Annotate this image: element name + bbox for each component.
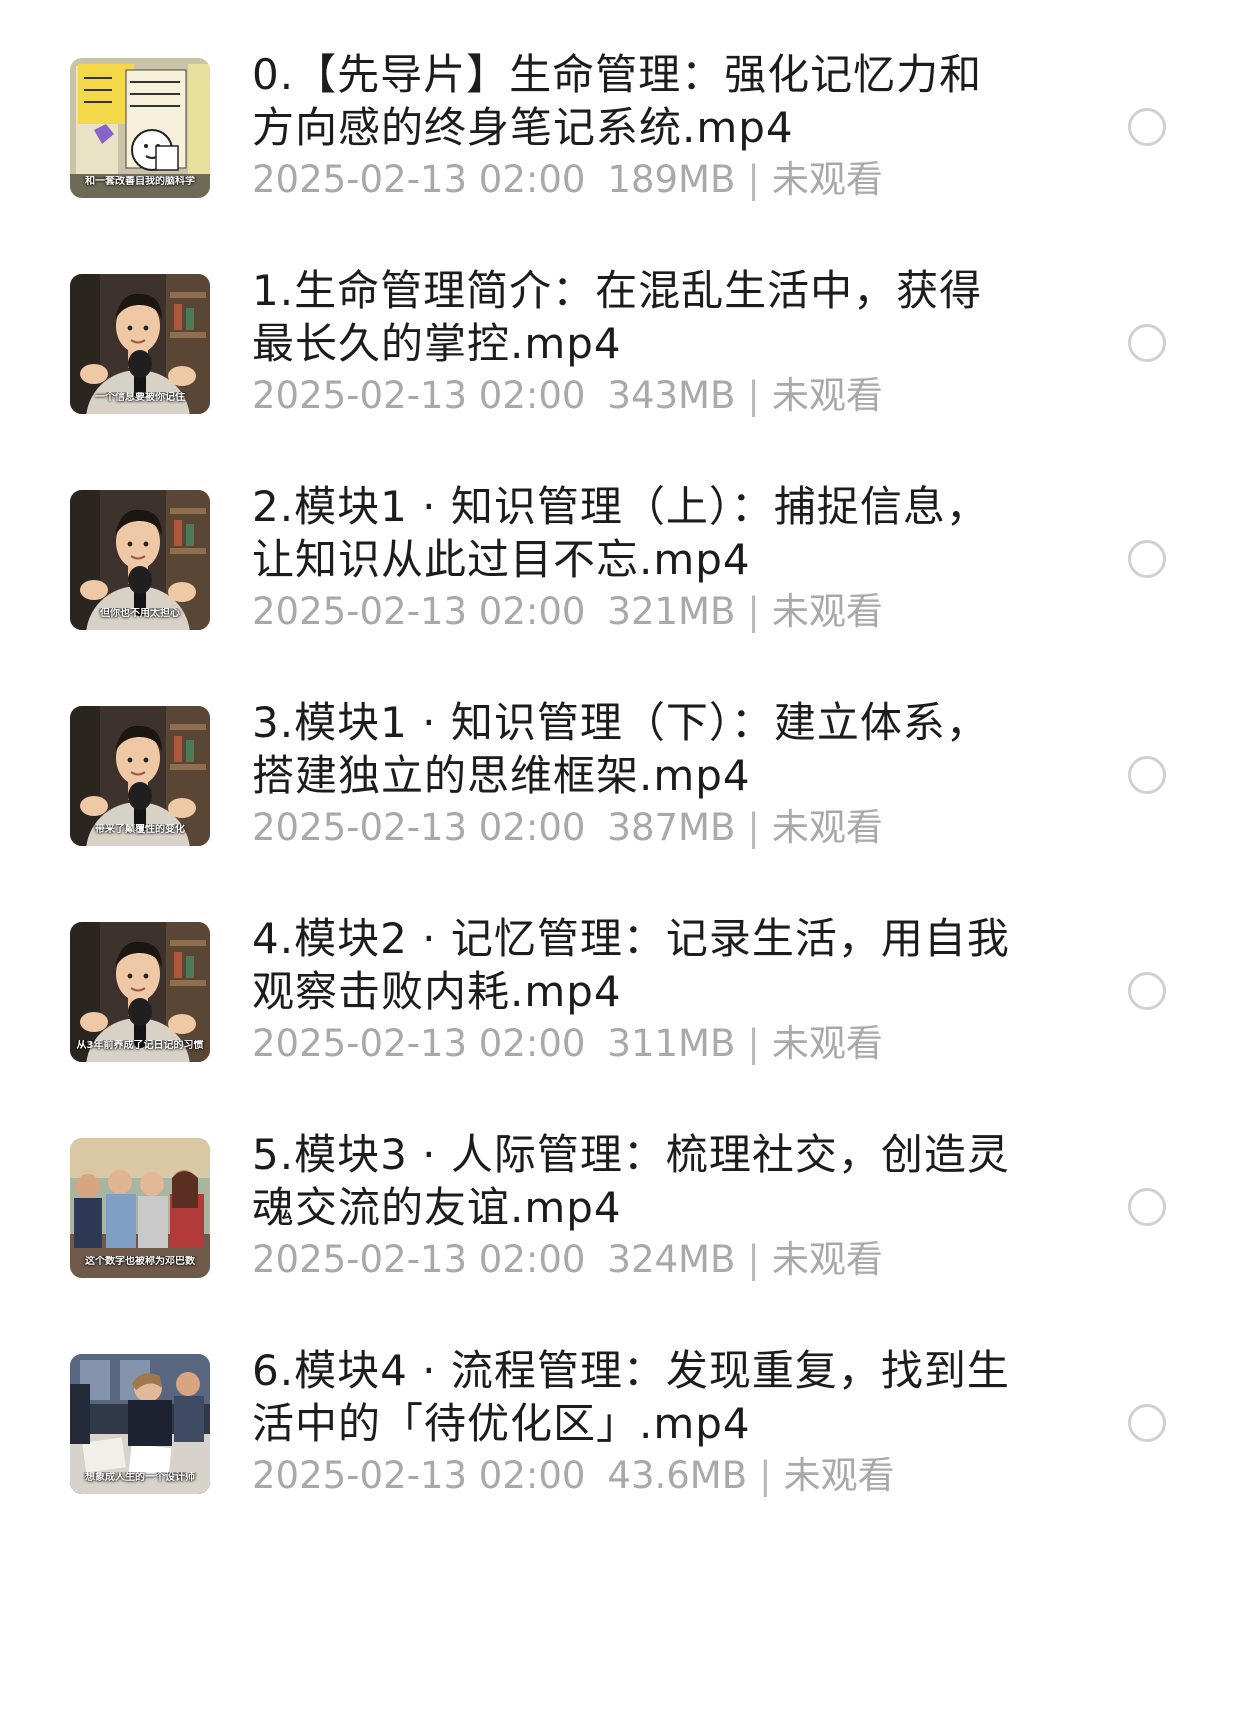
file-date: 2025-02-13 02:00 <box>252 1454 586 1497</box>
watch-status: 未观看 <box>771 590 883 633</box>
video-thumbnail[interactable]: 和一套改善自我的脑科学 <box>70 58 210 198</box>
file-date: 2025-02-13 02:00 <box>252 158 586 201</box>
file-list-item-6[interactable]: 想象成人生的一个设计师 6.模块4 · 流程管理：发现重复，找到生活中的「待优化… <box>0 1346 1260 1554</box>
file-size: 311MB <box>607 1022 736 1065</box>
file-list-item-3[interactable]: 带来了颠覆性的变化 3.模块1 · 知识管理（下）：建立体系，搭建独立的思维框架… <box>0 698 1260 906</box>
file-date: 2025-02-13 02:00 <box>252 1238 586 1281</box>
file-list-item-2[interactable]: 但你也不用太担心 2.模块1 · 知识管理（上）：捕捉信息，让知识从此过目不忘.… <box>0 482 1260 690</box>
file-meta: 2025-02-13 02:00 321MB | 未观看 <box>252 586 1012 638</box>
file-info: 3.模块1 · 知识管理（下）：建立体系，搭建独立的思维框架.mp4 2025-… <box>252 696 1012 854</box>
file-meta: 2025-02-13 02:00 311MB | 未观看 <box>252 1018 1012 1070</box>
meta-separator: | <box>759 1454 772 1497</box>
watch-status: 未观看 <box>771 1022 883 1065</box>
watch-status: 未观看 <box>783 1454 895 1497</box>
meta-separator: | <box>747 374 760 417</box>
meta-separator: | <box>747 1238 760 1281</box>
file-title[interactable]: 3.模块1 · 知识管理（下）：建立体系，搭建独立的思维框架.mp4 <box>252 696 1012 802</box>
file-info: 1.生命管理简介：在混乱生活中，获得最长久的掌控.mp4 2025-02-13 … <box>252 264 1012 422</box>
file-size: 189MB <box>607 158 736 201</box>
file-meta: 2025-02-13 02:00 343MB | 未观看 <box>252 370 1012 422</box>
file-info: 0.【先导片】生命管理：强化记忆力和方向感的终身笔记系统.mp4 2025-02… <box>252 48 1012 206</box>
file-list-item-5[interactable]: 这个数字也被称为邓巴数 5.模块3 · 人际管理：梳理社交，创造灵魂交流的友谊.… <box>0 1130 1260 1338</box>
meta-separator: | <box>747 806 760 849</box>
file-size: 321MB <box>607 590 736 633</box>
select-radio-button[interactable] <box>1128 108 1166 146</box>
select-radio-button[interactable] <box>1128 324 1166 362</box>
meta-separator: | <box>747 158 760 201</box>
file-list-item-4[interactable]: 从3年前养成了记日记的习惯 4.模块2 · 记忆管理：记录生活，用自我观察击败内… <box>0 914 1260 1122</box>
video-thumbnail[interactable]: 从3年前养成了记日记的习惯 <box>70 922 210 1062</box>
file-info: 4.模块2 · 记忆管理：记录生活，用自我观察击败内耗.mp4 2025-02-… <box>252 912 1012 1070</box>
file-meta: 2025-02-13 02:00 189MB | 未观看 <box>252 154 1012 206</box>
thumbnail-caption: 想象成人生的一个设计师 <box>85 1472 195 1483</box>
file-title[interactable]: 6.模块4 · 流程管理：发现重复，找到生活中的「待优化区」.mp4 <box>252 1344 1012 1450</box>
meta-separator: | <box>747 590 760 633</box>
select-radio-button[interactable] <box>1128 1404 1166 1442</box>
file-size: 387MB <box>607 806 736 849</box>
watch-status: 未观看 <box>771 1238 883 1281</box>
select-radio-button[interactable] <box>1128 972 1166 1010</box>
file-info: 6.模块4 · 流程管理：发现重复，找到生活中的「待优化区」.mp4 2025-… <box>252 1344 1012 1502</box>
file-info: 2.模块1 · 知识管理（上）：捕捉信息，让知识从此过目不忘.mp4 2025-… <box>252 480 1012 638</box>
thumbnail-caption: 这个数字也被称为邓巴数 <box>85 1256 195 1267</box>
file-title[interactable]: 2.模块1 · 知识管理（上）：捕捉信息，让知识从此过目不忘.mp4 <box>252 480 1012 586</box>
thumbnail-caption: 但你也不用太担心 <box>100 608 180 619</box>
file-size: 324MB <box>607 1238 736 1281</box>
file-size: 343MB <box>607 374 736 417</box>
video-thumbnail[interactable]: 带来了颠覆性的变化 <box>70 706 210 846</box>
thumbnail-caption: 和一套改善自我的脑科学 <box>85 176 195 187</box>
file-list-item-0[interactable]: 和一套改善自我的脑科学 0.【先导片】生命管理：强化记忆力和方向感的终身笔记系统… <box>0 50 1260 258</box>
watch-status: 未观看 <box>771 158 883 201</box>
video-thumbnail[interactable]: 但你也不用太担心 <box>70 490 210 630</box>
file-title[interactable]: 1.生命管理简介：在混乱生活中，获得最长久的掌控.mp4 <box>252 264 1012 370</box>
meta-separator: | <box>747 1022 760 1065</box>
file-date: 2025-02-13 02:00 <box>252 1022 586 1065</box>
video-thumbnail[interactable]: 这个数字也被称为邓巴数 <box>70 1138 210 1278</box>
file-meta: 2025-02-13 02:00 324MB | 未观看 <box>252 1234 1012 1286</box>
file-date: 2025-02-13 02:00 <box>252 806 586 849</box>
video-thumbnail[interactable]: 想象成人生的一个设计师 <box>70 1354 210 1494</box>
thumbnail-caption: 一个信息要被你记住 <box>95 392 185 403</box>
file-info: 5.模块3 · 人际管理：梳理社交，创造灵魂交流的友谊.mp4 2025-02-… <box>252 1128 1012 1286</box>
thumbnail-caption: 从3年前养成了记日记的习惯 <box>76 1040 204 1051</box>
video-thumbnail[interactable]: 一个信息要被你记住 <box>70 274 210 414</box>
file-date: 2025-02-13 02:00 <box>252 590 586 633</box>
file-title[interactable]: 4.模块2 · 记忆管理：记录生活，用自我观察击败内耗.mp4 <box>252 912 1012 1018</box>
file-size: 43.6MB <box>607 1454 748 1497</box>
watch-status: 未观看 <box>771 806 883 849</box>
file-title[interactable]: 5.模块3 · 人际管理：梳理社交，创造灵魂交流的友谊.mp4 <box>252 1128 1012 1234</box>
file-list-item-1[interactable]: 一个信息要被你记住 1.生命管理简介：在混乱生活中，获得最长久的掌控.mp4 2… <box>0 266 1260 474</box>
select-radio-button[interactable] <box>1128 756 1166 794</box>
file-title[interactable]: 0.【先导片】生命管理：强化记忆力和方向感的终身笔记系统.mp4 <box>252 48 1012 154</box>
thumbnail-caption: 带来了颠覆性的变化 <box>95 824 185 835</box>
select-radio-button[interactable] <box>1128 540 1166 578</box>
file-date: 2025-02-13 02:00 <box>252 374 586 417</box>
file-meta: 2025-02-13 02:00 387MB | 未观看 <box>252 802 1012 854</box>
watch-status: 未观看 <box>771 374 883 417</box>
select-radio-button[interactable] <box>1128 1188 1166 1226</box>
file-meta: 2025-02-13 02:00 43.6MB | 未观看 <box>252 1450 1012 1502</box>
